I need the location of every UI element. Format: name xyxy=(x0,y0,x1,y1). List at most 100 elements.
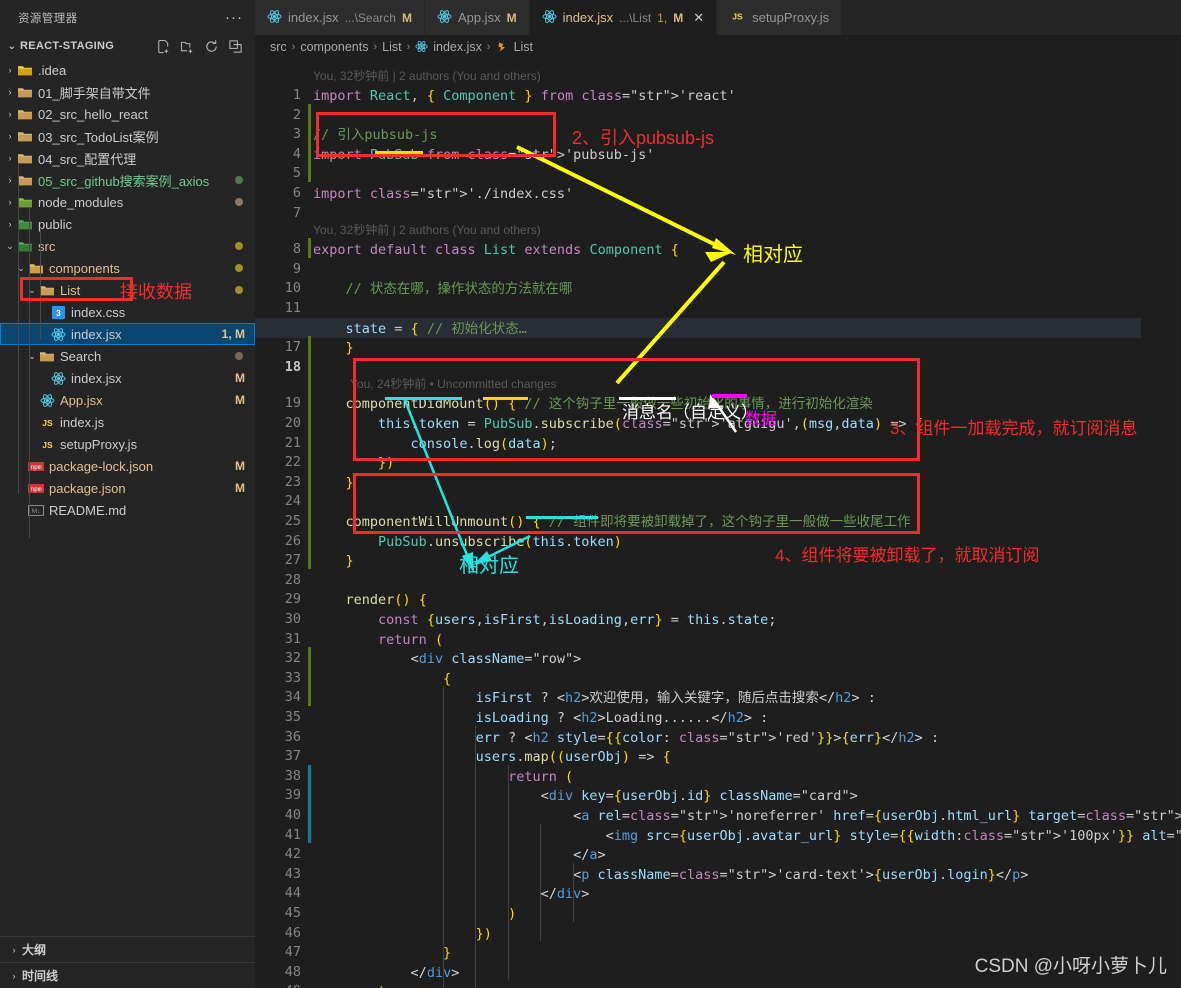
editor-tab-bar[interactable]: index.jsx ...\Search M App.jsx Mindex.jsx...… xyxy=(255,0,1181,35)
code-line[interactable]: import class="str">'./index.css' xyxy=(313,185,573,205)
line-number: 38 xyxy=(284,767,301,784)
code-line[interactable]: const {users,isFirst,isLoading,err} = th… xyxy=(313,611,776,631)
tree-item-public[interactable]: › public xyxy=(0,213,255,235)
editor-tab-0[interactable]: index.jsx ...\Search M xyxy=(255,0,425,35)
code-line[interactable]: isFirst ? <h2>欢迎使用，输入关键字，随后点击搜索</h2> : xyxy=(313,689,876,709)
underline-pubsub-subscribe xyxy=(483,397,528,400)
editor-scrollbar[interactable] xyxy=(1167,58,1181,988)
outline-panel-header[interactable]: › 大纲 xyxy=(0,936,255,962)
tree-item-package.json[interactable]: npm package.json M xyxy=(0,477,255,499)
workspace-name: REACT-STAGING xyxy=(20,40,115,52)
line-number: 46 xyxy=(284,924,301,941)
code-line[interactable]: </div> xyxy=(313,964,460,984)
chevron-right-icon[interactable]: › xyxy=(4,131,16,141)
editor-tab-1[interactable]: App.jsx M xyxy=(424,0,530,35)
chevron-down-icon[interactable]: ⌄ xyxy=(4,241,16,252)
code-line[interactable]: // 状态在哪，操作状态的方法就在哪 xyxy=(313,280,573,300)
tree-item-index.css[interactable]: 3 index.css xyxy=(0,301,255,323)
code-line[interactable]: render() { xyxy=(313,591,427,611)
new-file-icon[interactable] xyxy=(156,39,171,54)
more-actions-icon[interactable]: ··· xyxy=(225,10,243,25)
tree-item-label: index.css xyxy=(71,304,126,320)
new-folder-icon[interactable] xyxy=(180,39,195,54)
tree-item-index.js[interactable]: JS index.js xyxy=(0,411,255,433)
tree-item-package-lock.json[interactable]: npm package-lock.json M xyxy=(0,455,255,477)
svg-text:JS: JS xyxy=(732,11,743,21)
line-number: 37 xyxy=(284,748,301,765)
code-line[interactable]: { xyxy=(313,670,451,690)
code-line[interactable]: err ? <h2 style={{color: class="str">'re… xyxy=(313,729,940,749)
tree-item-components[interactable]: ⌄ components xyxy=(0,257,255,279)
code-line[interactable]: export default class List extends Compon… xyxy=(313,241,679,261)
code-line[interactable]: }) xyxy=(313,925,492,945)
chevron-right-icon[interactable]: › xyxy=(4,197,16,207)
collapse-all-icon[interactable] xyxy=(228,39,243,54)
code-line[interactable]: } xyxy=(313,339,354,359)
tab-filename: setupProxy.js xyxy=(752,10,830,25)
timeline-label: 时间线 xyxy=(22,969,59,983)
annotation-sidebar-note: 接收数据 xyxy=(120,282,192,302)
close-icon[interactable]: ✕ xyxy=(693,10,704,26)
workspace-root-row[interactable]: ⌄ REACT-STAGING xyxy=(0,35,255,57)
file-tree[interactable]: › .idea › 01_脚手架自带文件 › 02_src_hello_react › 03_… xyxy=(0,57,255,936)
timeline-panel-header[interactable]: › 时间线 xyxy=(0,962,255,988)
tree-item-02_src_hello_react[interactable]: › 02_src_hello_react xyxy=(0,103,255,125)
tree-item-app.jsx[interactable]: App.jsx M xyxy=(0,389,255,411)
editor-tab-2[interactable]: index.jsx ...\List 1, M ✕ xyxy=(529,0,718,35)
chevron-right-icon[interactable]: › xyxy=(4,219,16,229)
chevron-right-icon[interactable]: › xyxy=(4,109,16,119)
breadcrumb-separator: › xyxy=(373,40,378,53)
chevron-down-icon[interactable]: ⌄ xyxy=(26,351,38,362)
code-line[interactable]: <div key={userObj.id} className="card"> xyxy=(313,787,858,807)
chevron-right-icon[interactable]: › xyxy=(4,153,16,163)
tree-item-04_src_[interactable]: › 04_src_配置代理 xyxy=(0,147,255,169)
code-line[interactable]: } xyxy=(313,944,451,964)
refresh-icon[interactable] xyxy=(204,39,219,54)
chevron-right-icon[interactable]: › xyxy=(4,87,16,97)
breadcrumb-item[interactable]: components xyxy=(300,40,368,54)
line-number: 40 xyxy=(284,807,301,823)
tree-item-05_src_github_axios[interactable]: › 05_src_github搜索案例_axios xyxy=(0,169,255,191)
tree-item-index.jsx[interactable]: index.jsx M xyxy=(0,367,255,389)
tree-item-search[interactable]: ⌄ Search xyxy=(0,345,255,367)
tree-item-01_[interactable]: › 01_脚手架自带文件 xyxy=(0,81,255,103)
chevron-down-icon[interactable]: ⌄ xyxy=(4,41,20,52)
chevron-down-icon[interactable]: ⌄ xyxy=(15,263,27,274)
code-line[interactable]: </a> xyxy=(313,846,606,866)
code-line[interactable]: ) xyxy=(313,983,386,988)
breadcrumb[interactable]: src › components › List › index.jsx › List xyxy=(255,35,1181,58)
gutter-change-indicator xyxy=(308,764,311,844)
status-dot xyxy=(235,352,243,360)
class-symbol-icon xyxy=(496,40,509,54)
chevron-right-icon[interactable]: › xyxy=(4,65,16,75)
code-line[interactable]: ) xyxy=(313,905,516,925)
code-line[interactable]: isLoading ? <h2>Loading......</h2> : xyxy=(313,709,769,729)
tree-item-03_src_todolist[interactable]: › 03_src_TodoList案例 xyxy=(0,125,255,147)
breadcrumb-item[interactable]: index.jsx xyxy=(433,40,482,54)
code-line[interactable]: users.map((userObj) => { xyxy=(313,748,671,768)
tree-item-setupproxy.js[interactable]: JS setupProxy.js xyxy=(0,433,255,455)
breadcrumb-item[interactable]: List xyxy=(514,40,533,54)
code-line[interactable]: <p className=class="str">'card-text'>{us… xyxy=(313,866,1028,886)
code-line[interactable]: </div> xyxy=(313,885,590,905)
code-line[interactable]: } xyxy=(313,474,354,494)
tree-item-readme.md[interactable]: M↓ README.md xyxy=(0,499,255,521)
breadcrumb-separator: › xyxy=(291,40,296,53)
tree-item-node_modules[interactable]: › node_modules xyxy=(0,191,255,213)
tree-item-index.jsx[interactable]: index.jsx 1, M xyxy=(0,323,255,345)
breadcrumb-item[interactable]: List xyxy=(382,40,401,54)
tree-item-label: 02_src_hello_react xyxy=(38,106,148,122)
code-line[interactable]: state = { // 初始化状态… xyxy=(313,320,527,340)
tree-item-label: Search xyxy=(60,348,102,364)
tree-item-.idea[interactable]: › .idea xyxy=(0,59,255,81)
tree-item-src[interactable]: ⌄ src xyxy=(0,235,255,257)
code-line[interactable]: return ( xyxy=(313,631,443,651)
breadcrumb-item[interactable]: src xyxy=(270,40,287,54)
code-line[interactable]: } xyxy=(313,552,354,572)
chevron-right-icon[interactable]: › xyxy=(4,175,16,185)
tree-item-label: App.jsx xyxy=(60,392,103,408)
indent-guide xyxy=(442,686,444,988)
editor-tab-3[interactable]: JS setupProxy.js xyxy=(717,0,843,35)
code-line[interactable]: import React, { Component } from class="… xyxy=(313,87,736,107)
code-line[interactable]: <div className="row"> xyxy=(313,650,582,670)
